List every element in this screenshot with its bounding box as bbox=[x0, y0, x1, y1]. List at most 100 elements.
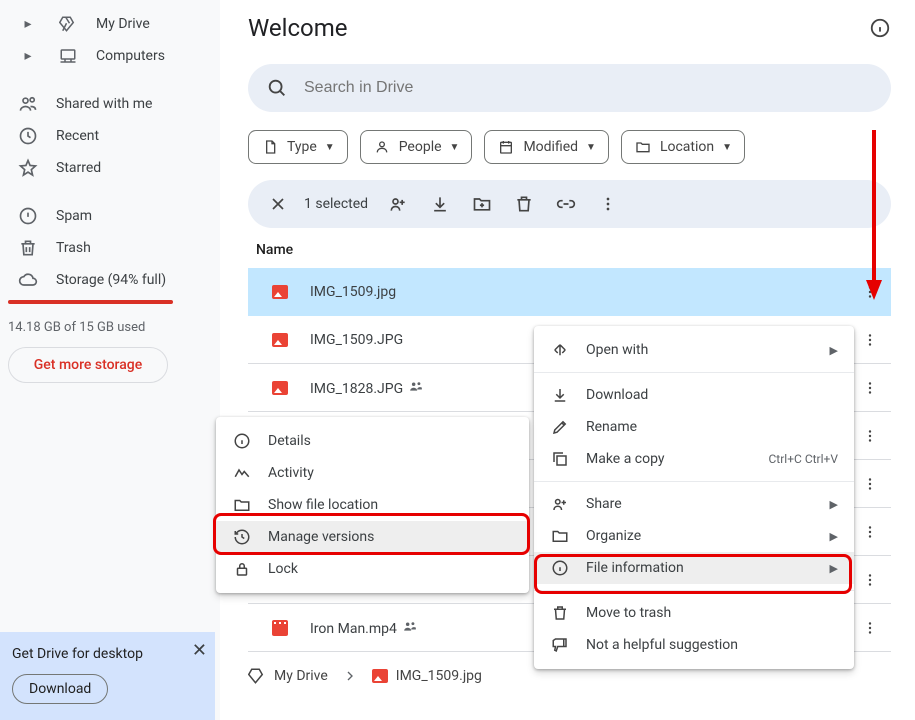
menu-move-to-trash[interactable]: Move to trash bbox=[534, 597, 854, 629]
menu-details[interactable]: Details bbox=[216, 425, 529, 457]
sidebar-label: Storage (94% full) bbox=[56, 272, 166, 288]
breadcrumb-root[interactable]: My Drive bbox=[248, 667, 328, 685]
sidebar-trash[interactable]: Trash bbox=[0, 232, 212, 264]
drive-icon bbox=[56, 15, 80, 33]
submenu-arrow-icon: ▶ bbox=[830, 562, 838, 575]
file-context-menu: Open with ▶ Download Rename Make a copy … bbox=[534, 326, 854, 669]
breadcrumb-current[interactable]: IMG_1509.jpg bbox=[372, 668, 482, 684]
filter-people[interactable]: People ▼ bbox=[360, 130, 473, 164]
calendar-icon bbox=[497, 138, 515, 156]
info-icon bbox=[232, 432, 252, 450]
search-input[interactable] bbox=[304, 79, 873, 97]
menu-make-copy[interactable]: Make a copy Ctrl+C Ctrl+V bbox=[534, 443, 854, 475]
menu-manage-versions[interactable]: Manage versions bbox=[216, 521, 529, 553]
submenu-arrow-icon: ▶ bbox=[830, 530, 838, 543]
filter-location[interactable]: Location ▼ bbox=[621, 130, 745, 164]
sidebar-label: Spam bbox=[56, 208, 92, 224]
more-actions-button[interactable] bbox=[588, 184, 628, 224]
file-more-button[interactable] bbox=[861, 523, 879, 541]
move-button[interactable] bbox=[462, 184, 502, 224]
chevron-right-icon: ▸ bbox=[16, 48, 40, 64]
share-button[interactable] bbox=[378, 184, 418, 224]
caret-down-icon: ▼ bbox=[325, 142, 335, 153]
shared-indicator-icon bbox=[409, 379, 423, 393]
close-selection-button[interactable] bbox=[258, 184, 298, 224]
info-icon bbox=[550, 559, 570, 577]
info-button[interactable] bbox=[869, 17, 891, 39]
search-bar[interactable] bbox=[248, 64, 891, 112]
file-more-button[interactable] bbox=[861, 427, 879, 445]
sidebar-my-drive[interactable]: ▸ My Drive bbox=[0, 8, 212, 40]
file-more-button[interactable] bbox=[861, 379, 879, 397]
column-header-name[interactable]: Name bbox=[248, 242, 891, 258]
menu-organize[interactable]: Organize ▶ bbox=[534, 520, 854, 552]
drive-icon bbox=[248, 667, 266, 685]
lock-icon bbox=[232, 560, 252, 578]
sidebar-shared[interactable]: Shared with me bbox=[0, 88, 212, 120]
selection-bar: 1 selected bbox=[248, 180, 891, 228]
close-promo-button[interactable]: ✕ bbox=[192, 640, 207, 661]
menu-rename[interactable]: Rename bbox=[534, 411, 854, 443]
rename-icon bbox=[550, 418, 570, 436]
menu-not-helpful[interactable]: Not a helpful suggestion bbox=[534, 629, 854, 661]
caret-down-icon: ▼ bbox=[450, 142, 460, 153]
download-desktop-button[interactable]: Download bbox=[12, 674, 108, 704]
file-name: IMG_1509.jpg bbox=[310, 284, 861, 300]
promo-title: Get Drive for desktop bbox=[12, 646, 203, 662]
selection-count: 1 selected bbox=[304, 196, 368, 212]
download-icon bbox=[550, 386, 570, 404]
chip-label: Location bbox=[660, 139, 714, 155]
chip-label: People bbox=[399, 139, 442, 155]
menu-file-information[interactable]: File information ▶ bbox=[534, 552, 854, 584]
file-more-button[interactable] bbox=[861, 619, 879, 637]
link-button[interactable] bbox=[546, 184, 586, 224]
menu-share[interactable]: Share ▶ bbox=[534, 488, 854, 520]
menu-lock[interactable]: Lock bbox=[216, 553, 529, 585]
page-title: Welcome bbox=[248, 14, 348, 42]
sidebar-label: Recent bbox=[56, 128, 99, 144]
delete-button[interactable] bbox=[504, 184, 544, 224]
clock-icon bbox=[16, 126, 40, 146]
sidebar-starred[interactable]: Starred bbox=[0, 152, 212, 184]
cloud-icon bbox=[16, 270, 40, 290]
menu-open-with[interactable]: Open with ▶ bbox=[534, 334, 854, 366]
caret-down-icon: ▼ bbox=[586, 142, 596, 153]
person-icon bbox=[373, 138, 391, 156]
open-with-icon bbox=[550, 341, 570, 359]
file-more-button[interactable] bbox=[861, 331, 879, 349]
history-icon bbox=[232, 528, 252, 546]
video-file-icon bbox=[268, 620, 292, 636]
sidebar-storage[interactable]: Storage (94% full) bbox=[0, 264, 212, 296]
submenu-arrow-icon: ▶ bbox=[830, 344, 838, 357]
organize-icon bbox=[550, 527, 570, 545]
sidebar-computers[interactable]: ▸ Computers bbox=[0, 40, 212, 72]
menu-show-location[interactable]: Show file location bbox=[216, 489, 529, 521]
get-storage-button[interactable]: Get more storage bbox=[8, 347, 168, 383]
file-more-button[interactable] bbox=[861, 283, 879, 301]
filter-modified[interactable]: Modified ▼ bbox=[484, 130, 609, 164]
star-icon bbox=[16, 158, 40, 178]
menu-download[interactable]: Download bbox=[534, 379, 854, 411]
activity-icon bbox=[232, 464, 252, 482]
file-more-button[interactable] bbox=[861, 571, 879, 589]
sidebar-recent[interactable]: Recent bbox=[0, 120, 212, 152]
sidebar-label: Shared with me bbox=[56, 96, 152, 112]
storage-usage-text: 14.18 GB of 15 GB used bbox=[0, 320, 220, 335]
sidebar-label: Starred bbox=[56, 160, 101, 176]
share-icon bbox=[550, 495, 570, 513]
sidebar-label: Trash bbox=[56, 240, 91, 256]
storage-bar bbox=[8, 300, 173, 304]
trash-icon bbox=[16, 238, 40, 258]
caret-down-icon: ▼ bbox=[722, 142, 732, 153]
trash-icon bbox=[550, 604, 570, 622]
image-file-icon bbox=[372, 669, 388, 683]
file-row[interactable]: IMG_1509.jpg bbox=[248, 268, 891, 316]
breadcrumb-separator bbox=[342, 668, 358, 684]
sidebar-spam[interactable]: Spam bbox=[0, 200, 212, 232]
filter-type[interactable]: Type ▼ bbox=[248, 130, 348, 164]
chip-label: Type bbox=[287, 139, 317, 155]
sidebar-label: My Drive bbox=[96, 16, 150, 32]
file-more-button[interactable] bbox=[861, 475, 879, 493]
download-button[interactable] bbox=[420, 184, 460, 224]
menu-activity[interactable]: Activity bbox=[216, 457, 529, 489]
